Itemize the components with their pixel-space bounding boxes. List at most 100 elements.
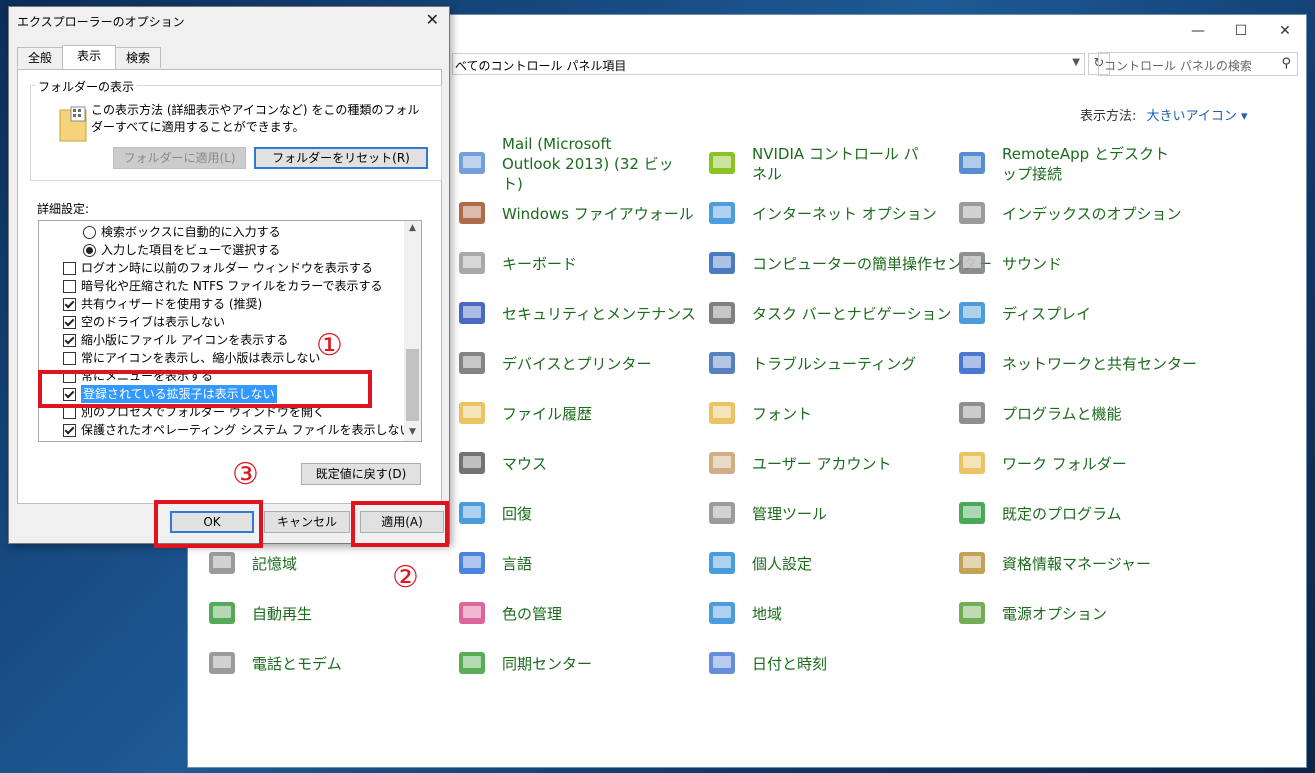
cp-item-network[interactable]: ネットワークと共有センター [956, 344, 1197, 384]
cp-item-credential-manager[interactable]: 資格情報マネージャー [956, 544, 1151, 584]
cancel-button[interactable]: キャンセル [264, 511, 350, 533]
cp-item-remoteapp[interactable]: RemoteApp とデスクトップ接続 [956, 144, 1174, 184]
view-by: 表示方法: 大きいアイコン ▾ [1080, 105, 1248, 124]
cp-item-recovery[interactable]: 回復 [456, 494, 532, 534]
cp-item-region[interactable]: 地域 [706, 594, 782, 634]
cp-item-ease-of-access[interactable]: コンピューターの簡単操作センター [706, 244, 992, 284]
cp-item-mouse[interactable]: マウス [456, 444, 547, 484]
scroll-down-icon[interactable]: ▼ [404, 427, 421, 437]
credential-manager-icon [956, 547, 990, 581]
restore-defaults-button[interactable]: 既定値に戻す(D) [301, 463, 421, 485]
cp-item-sound[interactable]: サウンド [956, 244, 1062, 284]
cp-item-personalization[interactable]: 個人設定 [706, 544, 812, 584]
cp-item-label: マウス [502, 455, 548, 473]
close-window-button[interactable]: ✕ [1265, 19, 1305, 43]
annotation-number-3: ③ [232, 457, 259, 492]
cp-item-language[interactable]: 言語 [456, 544, 532, 584]
cp-item-power-options[interactable]: 電源オプション [956, 594, 1107, 634]
tab-view[interactable]: 表示 [62, 45, 116, 70]
annotation-box-extension-option [38, 370, 372, 408]
cp-item-color-management[interactable]: 色の管理 [456, 594, 562, 634]
cp-item-label: 色の管理 [502, 605, 563, 623]
apply-to-folders-button[interactable]: フォルダーに適用(L) [113, 147, 246, 169]
printer-icon [456, 347, 490, 381]
tab-general[interactable]: 全般 [17, 47, 63, 68]
cp-item-work-folders[interactable]: ワーク フォルダー [956, 444, 1127, 484]
cp-item-phone-modem[interactable]: 電話とモデム [206, 644, 342, 684]
cp-item-admin-tools[interactable]: 管理ツール [706, 494, 827, 534]
cp-item-printer[interactable]: デバイスとプリンター [456, 344, 652, 384]
search-icon[interactable]: ⚲ [1281, 56, 1291, 71]
address-bar[interactable]: べてのコントロール パネル項目 ▼ [452, 53, 1085, 75]
radio-button[interactable] [83, 244, 96, 257]
cp-item-label: 個人設定 [752, 555, 813, 573]
chevron-down-icon[interactable]: ▼ [1072, 57, 1080, 68]
troubleshoot-icon [706, 347, 740, 381]
checkbox[interactable] [63, 280, 76, 293]
power-options-icon [956, 597, 990, 631]
cp-item-troubleshoot[interactable]: トラブルシューティング [706, 344, 916, 384]
default-programs-icon [956, 497, 990, 531]
scrollbar-thumb[interactable] [406, 349, 419, 421]
option-label: ログオン時に以前のフォルダー ウィンドウを表示する [81, 261, 373, 275]
minimize-button[interactable]: — [1178, 19, 1218, 43]
radio-button[interactable] [83, 226, 96, 239]
remoteapp-icon [956, 147, 990, 181]
cp-item-label: ファイル履歴 [502, 405, 593, 423]
list-scrollbar[interactable]: ▲ ▼ [404, 221, 421, 441]
cp-item-security-flag[interactable]: セキュリティとメンテナンス [456, 294, 696, 334]
cp-item-indexing[interactable]: インデックスのオプション [956, 194, 1182, 234]
cp-item-user-accounts[interactable]: ユーザー アカウント [706, 444, 891, 484]
cp-item-programs[interactable]: プログラムと機能 [956, 394, 1122, 434]
cp-item-internet-options[interactable]: インターネット オプション [706, 194, 937, 234]
internet-options-icon [706, 197, 740, 231]
cp-item-label: デバイスとプリンター [502, 355, 652, 373]
close-icon[interactable]: ✕ [426, 10, 439, 29]
cp-item-label: プログラムと機能 [1002, 405, 1122, 423]
checkbox[interactable] [63, 424, 76, 437]
cp-item-storage[interactable]: 記憶域 [206, 544, 297, 584]
firewall-icon [456, 197, 490, 231]
reset-folders-button[interactable]: フォルダーをリセット(R) [254, 147, 428, 169]
advanced-settings-list[interactable]: 検索ボックスに自動的に入力する 入力した項目をビューで選択する ログオン時に以前のフ… [38, 220, 422, 442]
region-icon [706, 597, 740, 631]
font-icon [706, 397, 740, 431]
view-by-dropdown[interactable]: 大きいアイコン ▾ [1147, 109, 1248, 124]
tab-search[interactable]: 検索 [115, 47, 161, 68]
cp-item-label: 既定のプログラム [1002, 505, 1122, 523]
checkbox[interactable] [63, 298, 76, 311]
checkbox[interactable] [63, 316, 76, 329]
cp-item-default-programs[interactable]: 既定のプログラム [956, 494, 1122, 534]
cp-item-font[interactable]: フォント [706, 394, 812, 434]
mouse-icon [456, 447, 490, 481]
cp-item-nvidia[interactable]: NVIDIA コントロール パネル [706, 144, 924, 184]
cp-item-keyboard[interactable]: キーボード [456, 244, 577, 284]
search-input[interactable]: コントロール パネルの検索 ⚲ [1098, 52, 1298, 76]
cp-item-sync-center[interactable]: 同期センター [456, 644, 592, 684]
cp-item-label: インデックスのオプション [1002, 205, 1182, 223]
network-icon [956, 347, 990, 381]
checkbox[interactable] [63, 352, 76, 365]
cp-item-display[interactable]: ディスプレイ [956, 294, 1091, 334]
option-label: 空のドライブは表示しない [81, 315, 226, 329]
cp-item-date-time[interactable]: 日付と時刻 [706, 644, 827, 684]
mail-icon [456, 147, 490, 181]
checkbox[interactable] [63, 334, 76, 347]
annotation-box-ok [154, 500, 263, 548]
admin-tools-icon [706, 497, 740, 531]
cp-item-label: NVIDIA コントロール パネル [752, 145, 919, 183]
dialog-title: エクスプローラーのオプション [17, 15, 185, 29]
cp-item-firewall[interactable]: Windows ファイアウォール [456, 194, 694, 234]
cp-item-autoplay[interactable]: 自動再生 [206, 594, 312, 634]
folder-view-group-label: フォルダーの表示 [35, 78, 138, 95]
scroll-up-icon[interactable]: ▲ [404, 223, 421, 233]
cp-item-label: Windows ファイアウォール [502, 205, 694, 223]
nvidia-icon [706, 147, 740, 181]
cp-item-file-history[interactable]: ファイル履歴 [456, 394, 592, 434]
maximize-button[interactable]: ☐ [1221, 19, 1261, 43]
checkbox[interactable] [63, 262, 76, 275]
cp-item-taskbar[interactable]: タスク バーとナビゲーション [706, 294, 951, 334]
cp-item-label: 言語 [502, 555, 533, 573]
cp-item-label: 電源オプション [1002, 605, 1108, 623]
cp-item-mail[interactable]: Mail (Microsoft Outlook 2013) (32 ビット) [456, 135, 674, 193]
